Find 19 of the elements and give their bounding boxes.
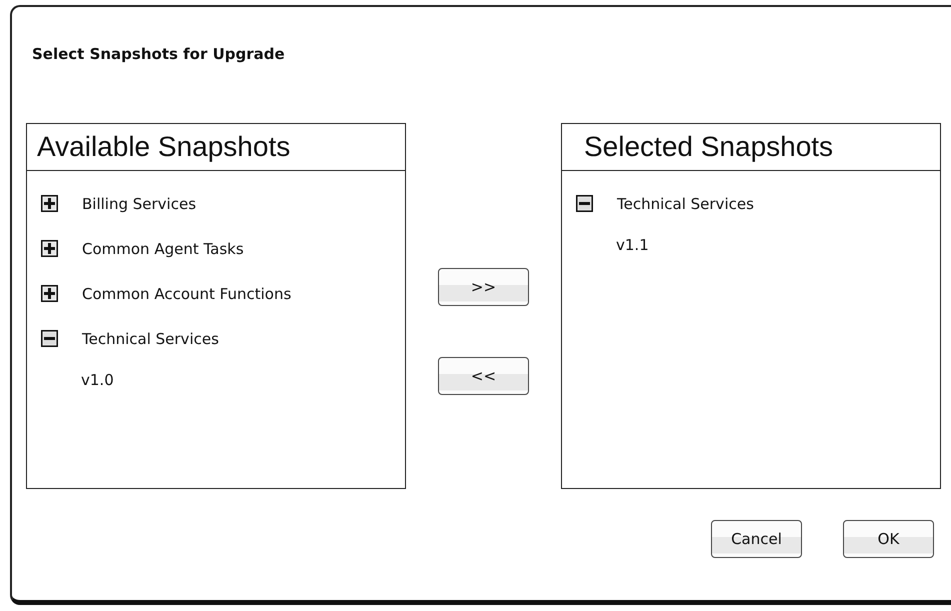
- dialog-title: Select Snapshots for Upgrade: [32, 45, 286, 65]
- tree-item[interactable]: v1.1: [616, 226, 940, 263]
- collapse-icon[interactable]: [41, 330, 58, 347]
- transfer-button[interactable]: <<: [438, 357, 529, 395]
- panel-title: Selected Snapshots: [562, 124, 940, 171]
- expand-icon[interactable]: [41, 195, 58, 212]
- tree-item[interactable]: Billing Services: [82, 194, 196, 212]
- tree-item[interactable]: Technical Services: [82, 330, 219, 348]
- tree-item[interactable]: Technical Services: [617, 194, 754, 212]
- tree-item[interactable]: Common Account Functions: [82, 284, 292, 302]
- ok-button[interactable]: OK: [843, 520, 934, 558]
- panel-title: Available Snapshots: [27, 124, 405, 171]
- cancel-button[interactable]: Cancel: [711, 520, 802, 558]
- expand-icon[interactable]: [41, 285, 58, 302]
- tree-item[interactable]: v1.0: [81, 361, 405, 398]
- collapse-icon[interactable]: [576, 195, 593, 212]
- expand-icon[interactable]: [41, 240, 58, 257]
- transfer-button[interactable]: >>: [438, 268, 529, 306]
- tree-item[interactable]: Common Agent Tasks: [82, 240, 244, 258]
